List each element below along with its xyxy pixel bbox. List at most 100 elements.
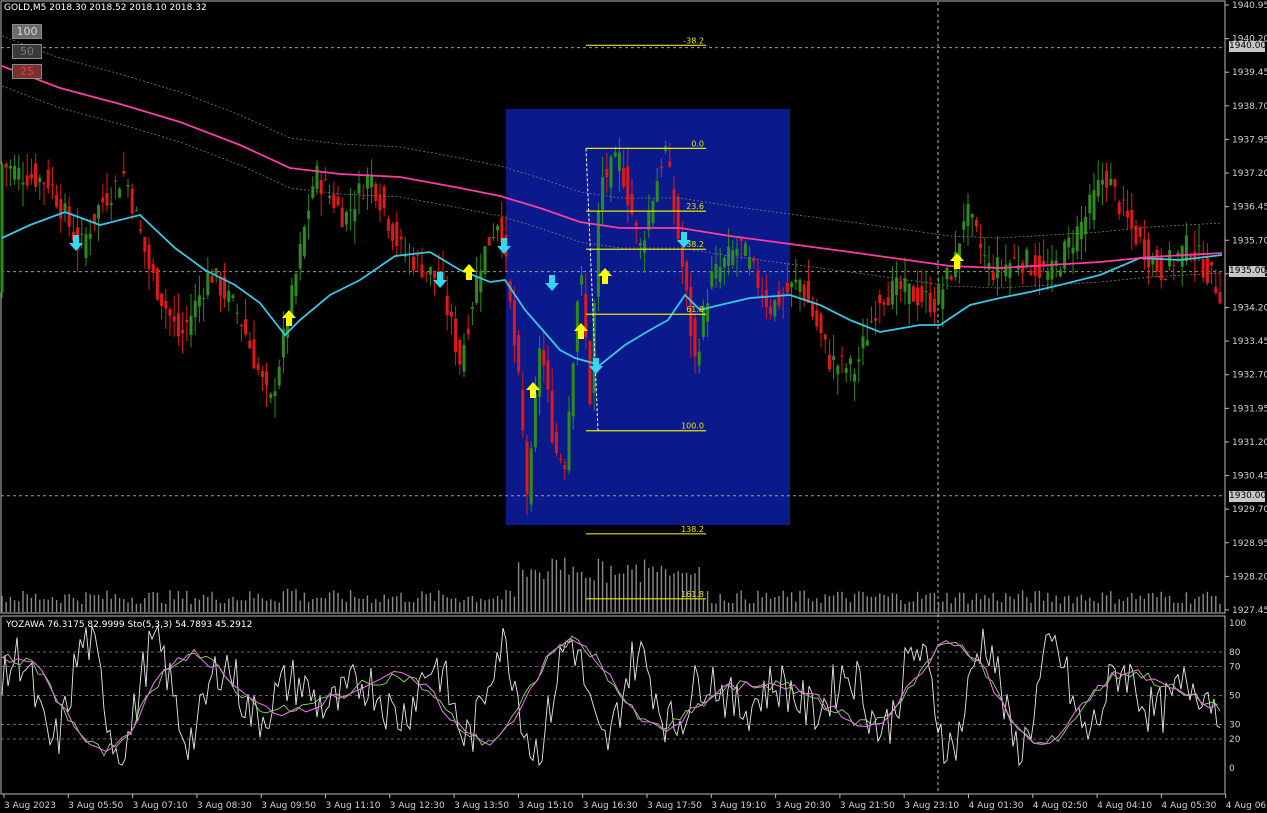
time-axis-label: 3 Aug 21:50 bbox=[840, 801, 895, 811]
candle-body bbox=[378, 194, 382, 211]
candle-body bbox=[722, 257, 726, 268]
price-tag-1935: 1935.00 bbox=[1229, 266, 1267, 277]
candle-body bbox=[256, 364, 260, 370]
candle-body bbox=[836, 365, 840, 375]
candle-body bbox=[966, 204, 970, 226]
candle-body bbox=[399, 236, 403, 240]
candle-body bbox=[769, 306, 773, 315]
price-chart[interactable]: 1940.951940.201939.451938.701937.951937.… bbox=[0, 0, 1267, 813]
time-axis-label: 3 Aug 2023 bbox=[4, 801, 56, 811]
candle-body bbox=[210, 275, 214, 283]
level-25-button[interactable]: 25 bbox=[12, 64, 42, 79]
price-axis-label: 1930.45 bbox=[1232, 472, 1267, 482]
candle-body bbox=[109, 203, 113, 205]
candle-body bbox=[832, 356, 836, 360]
candle-body bbox=[391, 224, 395, 241]
candle-body bbox=[752, 257, 756, 262]
time-axis-label: 3 Aug 08:30 bbox=[197, 801, 252, 811]
candle-body bbox=[1071, 247, 1075, 254]
fib-level-label: -38.2 bbox=[683, 36, 704, 45]
price-axis-label: 1933.45 bbox=[1232, 337, 1267, 347]
candle-body bbox=[676, 196, 680, 239]
price-axis-label: 1940.95 bbox=[1232, 1, 1267, 11]
candle-body bbox=[949, 276, 953, 280]
candle-body bbox=[979, 243, 983, 248]
candle-body bbox=[38, 177, 42, 183]
candle-body bbox=[13, 166, 17, 180]
candle-body bbox=[445, 295, 449, 315]
candle-body bbox=[890, 280, 894, 305]
candle-body bbox=[865, 340, 869, 346]
candle-body bbox=[67, 206, 71, 227]
candle-body bbox=[525, 441, 529, 495]
price-axis-label: 1934.20 bbox=[1232, 304, 1267, 314]
price-axis-label: 1936.45 bbox=[1232, 203, 1267, 213]
candle-body bbox=[1184, 235, 1188, 261]
candle-body bbox=[298, 243, 302, 269]
candle-body bbox=[176, 313, 180, 337]
candle-body bbox=[29, 173, 33, 179]
candle-body bbox=[311, 186, 315, 198]
candle-body bbox=[790, 282, 794, 288]
candle-body bbox=[395, 221, 399, 247]
candle-body bbox=[8, 165, 12, 169]
price-axis-label: 1935.70 bbox=[1232, 236, 1267, 246]
fib-level-label: 23.6 bbox=[686, 202, 704, 211]
candle-body bbox=[533, 393, 537, 448]
candle-body bbox=[105, 193, 109, 206]
time-axis-label: 3 Aug 05:50 bbox=[68, 801, 123, 811]
candle-body bbox=[34, 163, 38, 187]
candle-body bbox=[340, 207, 344, 228]
candle-body bbox=[1012, 257, 1016, 259]
candle-body bbox=[1180, 245, 1184, 267]
candle-body bbox=[1155, 249, 1159, 273]
candle-body bbox=[718, 266, 722, 282]
candle-body bbox=[643, 240, 647, 253]
candle-body bbox=[1084, 216, 1088, 235]
candle-body bbox=[638, 243, 642, 246]
candle-body bbox=[491, 237, 495, 239]
candle-body bbox=[277, 366, 281, 386]
level-100-button[interactable]: 100 bbox=[12, 24, 42, 39]
candle-body bbox=[596, 210, 600, 297]
candle-body bbox=[815, 310, 819, 327]
candle-body bbox=[470, 307, 474, 309]
candle-body bbox=[1163, 278, 1167, 281]
candle-body bbox=[1109, 178, 1113, 186]
candle-body bbox=[840, 355, 844, 357]
candle-body bbox=[1105, 170, 1109, 188]
candle-body bbox=[344, 212, 348, 225]
candle-body bbox=[517, 335, 521, 372]
level-50-button[interactable]: 50 bbox=[12, 44, 42, 59]
candle-body bbox=[231, 295, 235, 298]
candle-body bbox=[244, 319, 248, 335]
candle-body bbox=[101, 197, 105, 203]
candle-body bbox=[1004, 264, 1008, 277]
candle-body bbox=[206, 272, 210, 296]
candle-body bbox=[945, 267, 949, 280]
time-axis-label: 3 Aug 12:30 bbox=[390, 801, 445, 811]
candle-body bbox=[294, 273, 298, 297]
candle-body bbox=[1029, 270, 1033, 276]
candle-body bbox=[571, 363, 575, 417]
price-tag-1940: 1940.00 bbox=[1229, 41, 1267, 52]
candle-body bbox=[361, 197, 365, 199]
candle-body bbox=[672, 189, 676, 211]
time-axis-label: 3 Aug 13:50 bbox=[454, 801, 509, 811]
candle-body bbox=[823, 334, 827, 340]
candle-body bbox=[130, 188, 134, 214]
time-axis-label: 3 Aug 16:30 bbox=[583, 801, 638, 811]
candle-body bbox=[88, 234, 92, 239]
buy-arrow-icon bbox=[282, 310, 296, 326]
price-axis-label: 1938.70 bbox=[1232, 102, 1267, 112]
time-axis-label: 4 Aug 05:30 bbox=[1161, 801, 1216, 811]
candle-body bbox=[265, 371, 269, 386]
price-axis-label: 1932.70 bbox=[1232, 371, 1267, 381]
candle-body bbox=[1092, 189, 1096, 221]
candle-body bbox=[365, 174, 369, 189]
fib-level-label: 100.0 bbox=[681, 422, 704, 431]
candle-body bbox=[462, 344, 466, 372]
candle-body bbox=[903, 278, 907, 292]
candle-body bbox=[857, 359, 861, 362]
candle-body bbox=[962, 221, 966, 230]
